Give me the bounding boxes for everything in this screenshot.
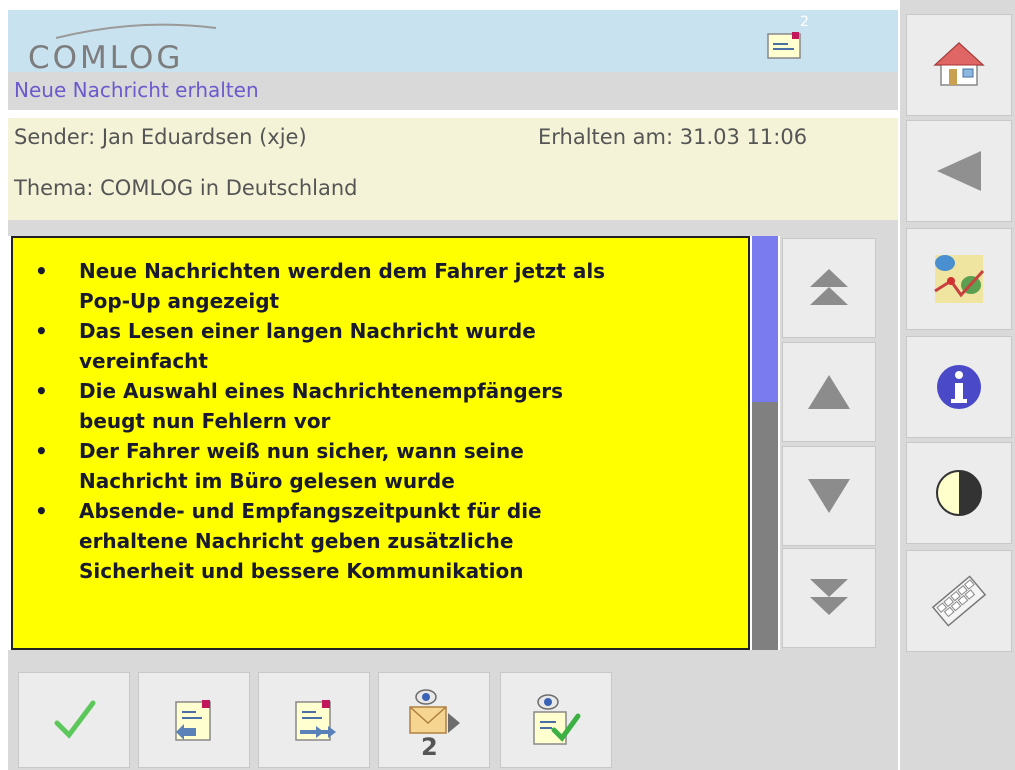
contrast-icon: [936, 470, 982, 516]
down-arrow-icon: [808, 479, 850, 513]
message-item-line: beugt nun Fehlern vor: [79, 409, 331, 433]
comlog-logo: COMLOG: [26, 22, 266, 76]
message-list: • Neue Nachrichten werden dem Fahrer jetz…: [31, 256, 731, 586]
bullet-icon: •: [35, 499, 48, 523]
message-item-line: erhaltene Nachricht geben zusätzliche: [79, 529, 514, 553]
message-item-line: Nachricht im Büro gelesen wurde: [79, 469, 455, 493]
topic-label: Thema: COMLOG in Deutschland: [14, 176, 358, 200]
read-receipt-count: 2: [421, 733, 438, 761]
message-info-panel: Sender: Jan Eduardsen (xje) Erhalten am:…: [8, 118, 898, 220]
received-label: Erhalten am: 31.03 11:06: [538, 125, 808, 149]
bullet-icon: •: [35, 259, 48, 283]
bullet-icon: •: [35, 379, 48, 403]
scrollbar-thumb[interactable]: [752, 236, 778, 402]
contrast-button[interactable]: [906, 442, 1012, 544]
read-receipt-button[interactable]: 2: [378, 672, 490, 768]
header-bar: COMLOG 2: [8, 10, 898, 76]
message-item-line: Der Fahrer weiß nun sicher, wann seine: [79, 439, 524, 463]
forward-message-icon: [295, 700, 336, 741]
scroll-controls: [780, 236, 898, 650]
home-icon: [933, 41, 985, 86]
status-text: Neue Nachricht erhalten: [14, 78, 259, 102]
message-item: • Das Lesen einer langen Nachricht wurde v…: [31, 316, 731, 376]
back-button[interactable]: [906, 120, 1012, 222]
up-arrow-icon: [808, 375, 850, 409]
home-button[interactable]: [906, 14, 1012, 116]
separator: [8, 220, 898, 236]
message-item: • Die Auswahl eines Nachrichtenempfängers…: [31, 376, 731, 436]
mark-read-button[interactable]: [500, 672, 612, 768]
bullet-icon: •: [35, 439, 48, 463]
message-item-line: Sicherheit und bessere Kommunikation: [79, 559, 524, 583]
bullet-icon: •: [35, 319, 48, 343]
keyboard-icon: [931, 575, 987, 627]
message-count: 2: [800, 14, 809, 30]
comlog-app: COMLOG 2 Neue Nachricht erhalten Sender:…: [0, 0, 1015, 770]
scroll-up-button[interactable]: [782, 342, 876, 442]
map-icon: [934, 255, 985, 303]
message-item-line: Das Lesen einer langen Nachricht wurde: [79, 319, 536, 343]
checkmark-icon: [54, 700, 96, 739]
info-button[interactable]: [906, 336, 1012, 438]
message-item: • Der Fahrer weiß nun sicher, wann seine N…: [31, 436, 731, 496]
double-down-arrow-icon: [810, 579, 848, 615]
message-item: • Absende- und Empfangszeitpunkt für die e…: [31, 496, 731, 586]
message-item-line: Neue Nachrichten werden dem Fahrer jetzt…: [79, 259, 606, 283]
double-up-arrow-icon: [810, 269, 848, 305]
message-item-line: Pop-Up angezeigt: [79, 289, 280, 313]
message-item-line: vereinfacht: [79, 349, 208, 373]
logo-arc: [55, 23, 217, 39]
info-icon: [937, 365, 981, 409]
keyboard-button[interactable]: [906, 550, 1012, 652]
reply-message-icon: [175, 700, 211, 741]
confirm-button[interactable]: [18, 672, 130, 768]
side-menu: [900, 0, 1015, 770]
page-down-button[interactable]: [782, 548, 876, 648]
message-indicator[interactable]: 2: [764, 14, 816, 66]
map-button[interactable]: [906, 228, 1012, 330]
scrollbar[interactable]: [752, 236, 778, 650]
status-bar: Neue Nachricht erhalten: [8, 72, 898, 110]
mark-read-icon: [533, 694, 581, 745]
message-item-line: Die Auswahl eines Nachrichtenempfängers: [79, 379, 564, 403]
page-up-button[interactable]: [782, 238, 876, 338]
reply-button[interactable]: [138, 672, 250, 768]
sender-label: Sender: Jan Eduardsen (xje): [14, 125, 307, 149]
logo-text: COMLOG: [28, 40, 184, 76]
scroll-down-button[interactable]: [782, 446, 876, 546]
forward-button[interactable]: [258, 672, 370, 768]
message-item-line: Absende- und Empfangszeitpunkt für die: [79, 499, 542, 523]
message-item: • Neue Nachrichten werden dem Fahrer jetz…: [31, 256, 731, 316]
back-arrow-icon: [937, 151, 981, 191]
message-body: • Neue Nachrichten werden dem Fahrer jetz…: [11, 236, 750, 650]
